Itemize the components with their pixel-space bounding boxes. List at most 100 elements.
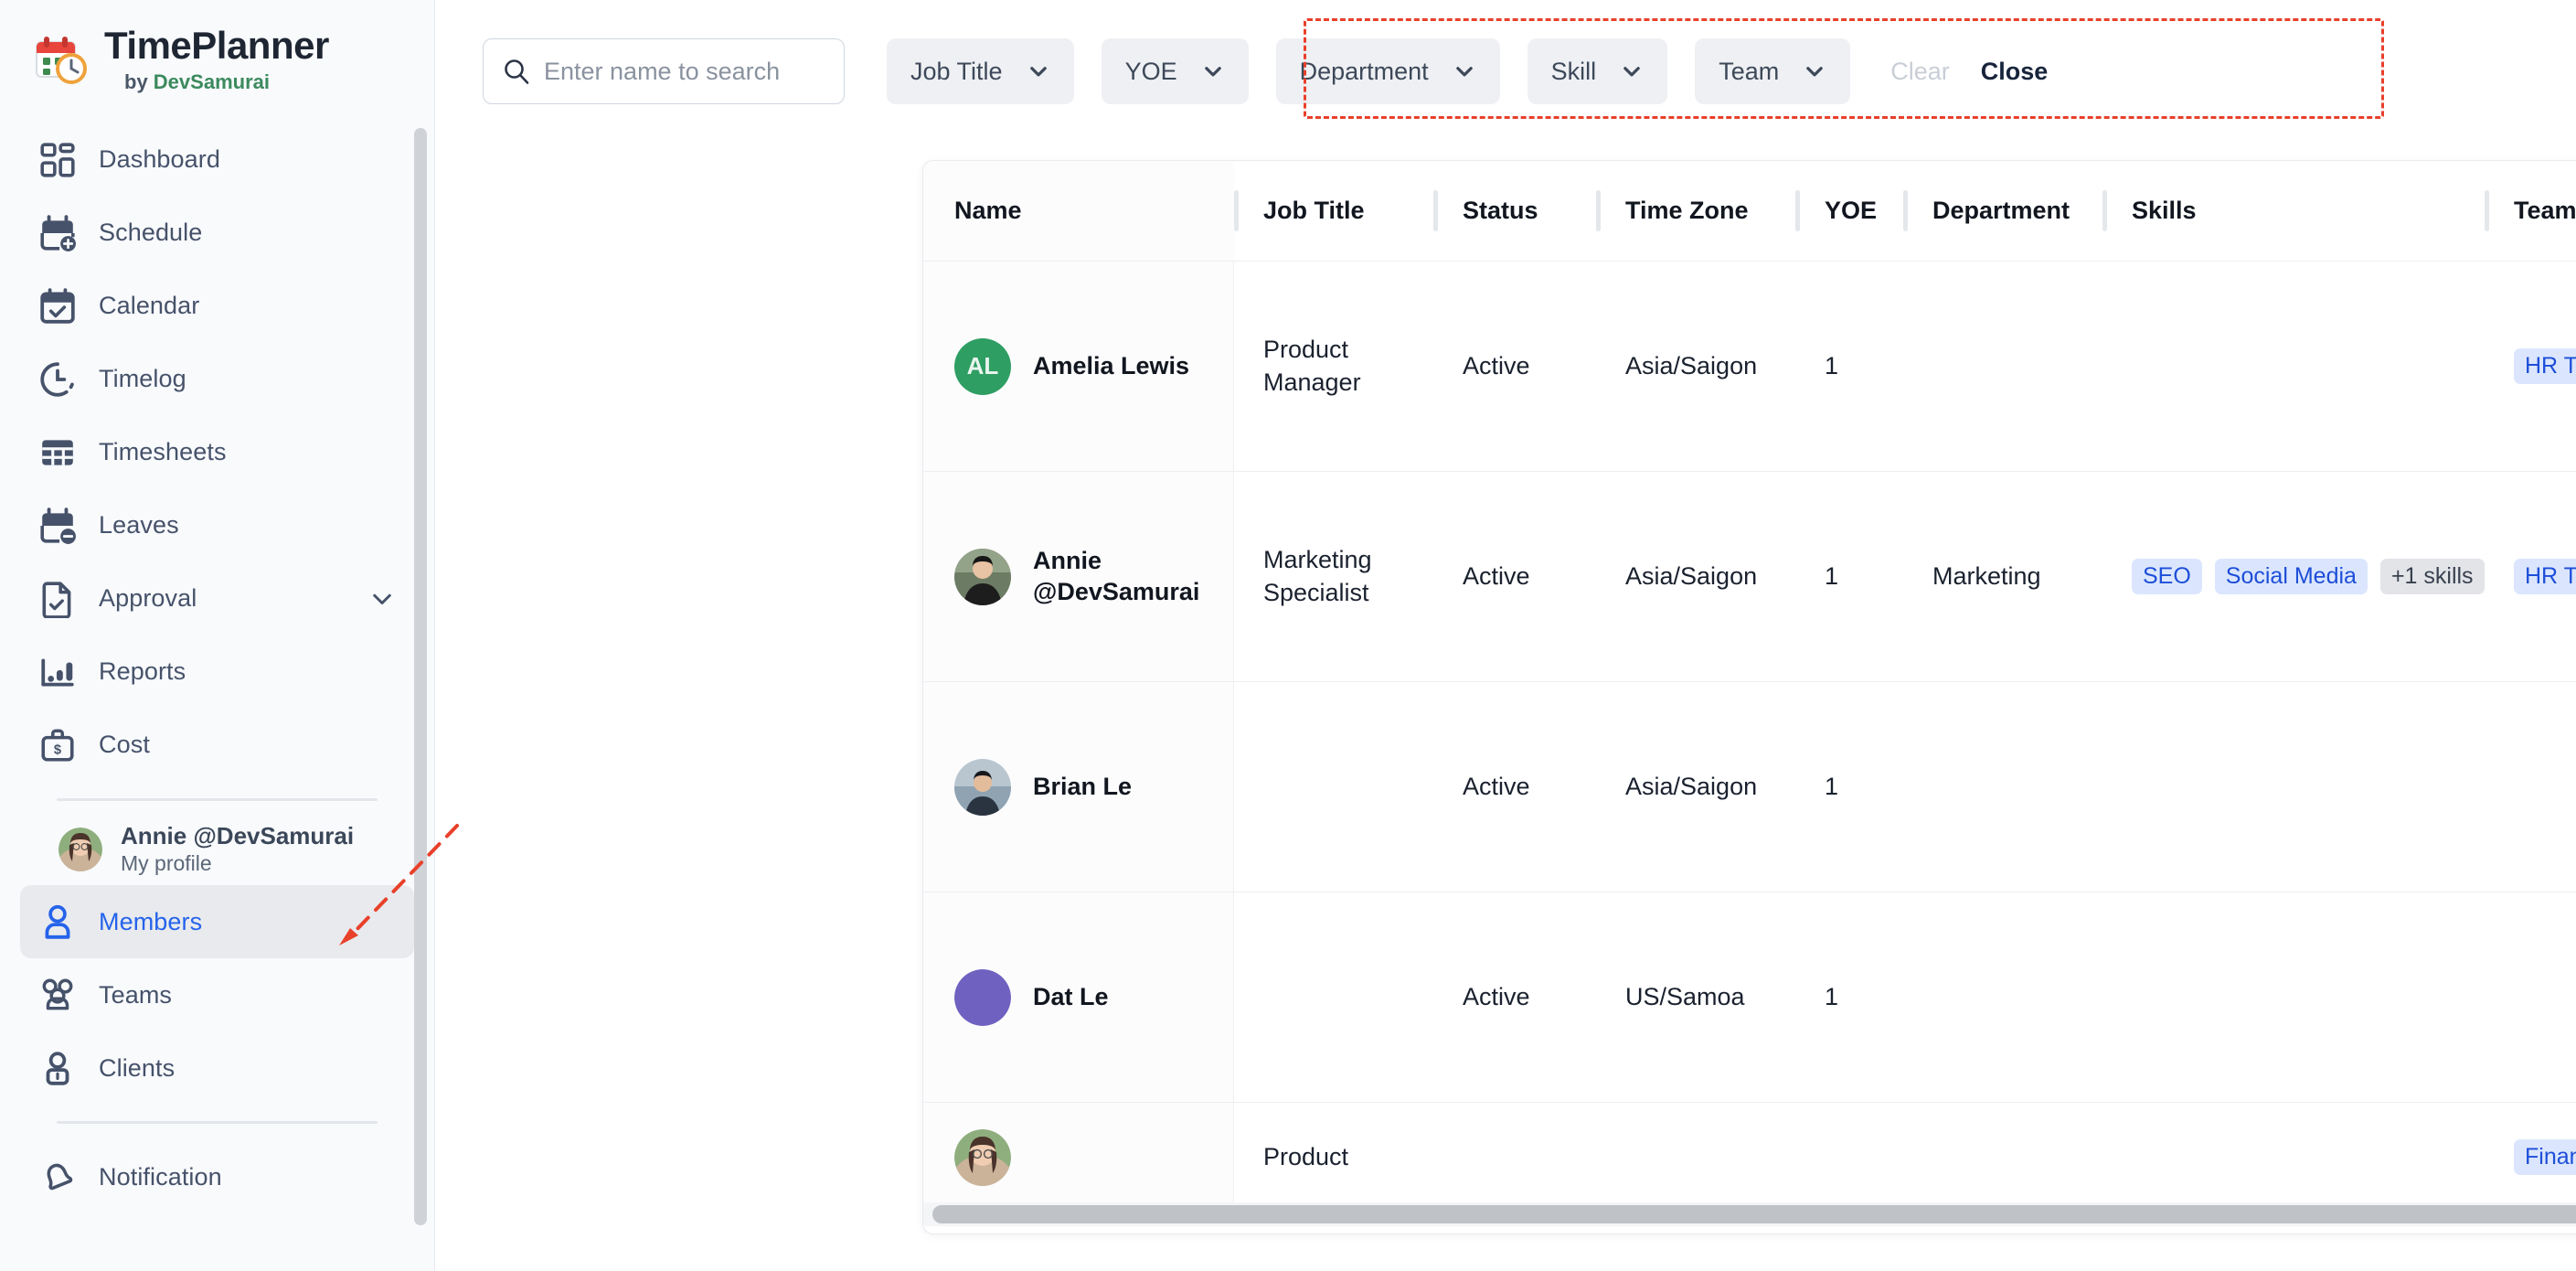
column-header-skills[interactable]: Skills (2102, 161, 2485, 261)
column-header-department[interactable]: Department (1903, 161, 2102, 261)
table-horizontal-scrollbar-thumb[interactable] (932, 1205, 2576, 1223)
cell-department (1903, 262, 2102, 471)
sidebar-item-dashboard[interactable]: Dashboard (20, 123, 414, 197)
cell-job-title: Marketing Specialist (1234, 472, 1433, 681)
filter-yoe[interactable]: YOE (1101, 38, 1249, 104)
skill-tag-list: SEO Social Media +1 skills (2132, 559, 2485, 594)
sidebar-item-timesheets[interactable]: Timesheets (20, 416, 414, 489)
sidebar-item-leaves[interactable]: Leaves (20, 489, 414, 562)
sidebar-item-notification[interactable]: Notification (20, 1140, 414, 1213)
column-header-team[interactable]: Team (2485, 161, 2576, 261)
table-row[interactable]: Annie @DevSamurai Marketing Specialist A… (923, 472, 2576, 682)
cell-yoe: 1 (1795, 892, 1903, 1102)
sidebar-item-teams[interactable]: Teams (20, 958, 414, 1031)
table-row[interactable]: Dat Le Active US/Samoa 1 (923, 892, 2576, 1103)
cell-department (1903, 892, 2102, 1102)
column-separator (1433, 190, 1438, 231)
cell-department (1903, 1103, 2102, 1212)
status-badge: Active (1463, 562, 1530, 590)
sidebar-item-label: Clients (99, 1053, 176, 1082)
sidebar-profile[interactable]: Annie @DevSamurai My profile (20, 817, 414, 886)
cell-time-zone: Asia/Saigon (1596, 262, 1795, 471)
member-identity: Dat Le (954, 968, 1109, 1026)
cell-yoe: 1 (1795, 262, 1903, 471)
toolbar: Job Title YOE Department Skill Team Clea… (435, 0, 2576, 119)
sidebar-item-members[interactable]: Members (20, 885, 414, 959)
table-scroll-region[interactable]: Name Job Title Status Time Zone YOE Depa… (923, 161, 2576, 1234)
close-filters-button[interactable]: Close (1981, 58, 2049, 86)
chevron-down-icon (1803, 59, 1826, 83)
dashboard-grid-icon (38, 141, 77, 179)
member-name: Annie @DevSamurai (1033, 546, 1200, 605)
sidebar-item-calendar[interactable]: Calendar (20, 270, 414, 343)
filter-department[interactable]: Department (1275, 38, 1500, 104)
cell-job-title (1234, 892, 1433, 1102)
sidebar-scrollbar[interactable] (414, 128, 427, 1244)
chevron-down-icon[interactable] (368, 585, 396, 613)
skill-overflow-tag[interactable]: +1 skills (2379, 559, 2485, 594)
clock-dashed-icon (38, 360, 77, 399)
cell-job-title (1234, 682, 1433, 892)
column-header-label: Status (1463, 197, 1538, 224)
yoe-value: 1 (1825, 352, 1839, 379)
table-row[interactable]: Brian Le Active Asia/Saigon 1 (923, 682, 2576, 892)
search-box[interactable] (483, 38, 845, 104)
members-table: Name Job Title Status Time Zone YOE Depa… (923, 161, 2576, 1212)
avatar (954, 548, 1011, 605)
avatar: AL (954, 337, 1011, 395)
member-identity: Brian Le (954, 758, 1132, 816)
svg-text:$: $ (54, 742, 61, 757)
column-separator (1596, 190, 1601, 231)
sidebar-item-timelog[interactable]: Timelog (20, 343, 414, 416)
cell-skills: SEO Social Media +1 skills (2102, 472, 2485, 681)
team-tag[interactable]: Finance Team (2514, 1139, 2576, 1175)
filter-job-title[interactable]: Job Title (887, 38, 1074, 104)
team-tag[interactable]: HR Team (2514, 559, 2576, 594)
sidebar-item-schedule[interactable]: Schedule (20, 197, 414, 270)
brand-header[interactable]: TimePlanner by DevSamurai (0, 0, 434, 114)
sidebar-item-reports[interactable]: Reports (20, 636, 414, 709)
column-header-job-title[interactable]: Job Title (1234, 161, 1433, 261)
search-input[interactable] (544, 57, 825, 86)
filter-label: Team (1719, 57, 1780, 85)
column-separator (1903, 190, 1908, 231)
cell-status: Active (1433, 262, 1596, 471)
sidebar-item-label: Members (99, 907, 203, 935)
avatar (954, 968, 1011, 1026)
skill-tag[interactable]: SEO (2132, 559, 2202, 594)
sidebar-item-cost[interactable]: $ Cost (20, 709, 414, 782)
cell-yoe (1795, 1103, 1903, 1212)
sidebar-item-clients[interactable]: Clients (20, 1031, 414, 1105)
sidebar-item-label: Leaves (99, 511, 179, 539)
sidebar-divider-2 (57, 1121, 378, 1125)
calendar-clock-icon (31, 31, 88, 88)
clear-filters-button[interactable]: Clear (1890, 58, 1950, 86)
column-separator (1795, 190, 1800, 231)
table-horizontal-scrollbar[interactable] (923, 1202, 2576, 1226)
filter-skill[interactable]: Skill (1527, 38, 1668, 104)
sidebar-scrollbar-thumb[interactable] (414, 128, 427, 1225)
cell-name: Brian Le (923, 682, 1234, 892)
person-lock-icon (38, 1049, 77, 1087)
column-header-yoe[interactable]: YOE (1795, 161, 1903, 261)
profile-subtitle: My profile (121, 851, 212, 876)
skill-tag[interactable]: Social Media (2214, 559, 2368, 594)
sidebar-item-approval[interactable]: Approval (20, 562, 414, 636)
filter-team[interactable]: Team (1695, 38, 1851, 104)
cell-job-title: Product Manager (1234, 262, 1433, 471)
byline-company: DevSamurai (153, 69, 270, 93)
cell-team: HR TeamFinance+3 teams (2485, 472, 2576, 681)
column-header-label: Name (954, 197, 1022, 224)
table-row[interactable]: AL Amelia Lewis Product Manager Active As… (923, 262, 2576, 472)
column-separator (2102, 190, 2107, 231)
column-header-status[interactable]: Status (1433, 161, 1596, 261)
sidebar-item-label: Cost (99, 731, 150, 759)
sidebar-item-label: Calendar (99, 292, 200, 320)
status-badge: Active (1463, 352, 1530, 379)
main-content: Job Title YOE Department Skill Team Clea… (435, 0, 2576, 1271)
table-row[interactable]: Product Finance Team (923, 1103, 2576, 1212)
members-table-card: Name Job Title Status Time Zone YOE Depa… (922, 160, 2576, 1234)
team-tag[interactable]: HR Team (2514, 348, 2576, 384)
column-header-name[interactable]: Name (923, 161, 1234, 261)
column-header-time-zone[interactable]: Time Zone (1596, 161, 1795, 261)
